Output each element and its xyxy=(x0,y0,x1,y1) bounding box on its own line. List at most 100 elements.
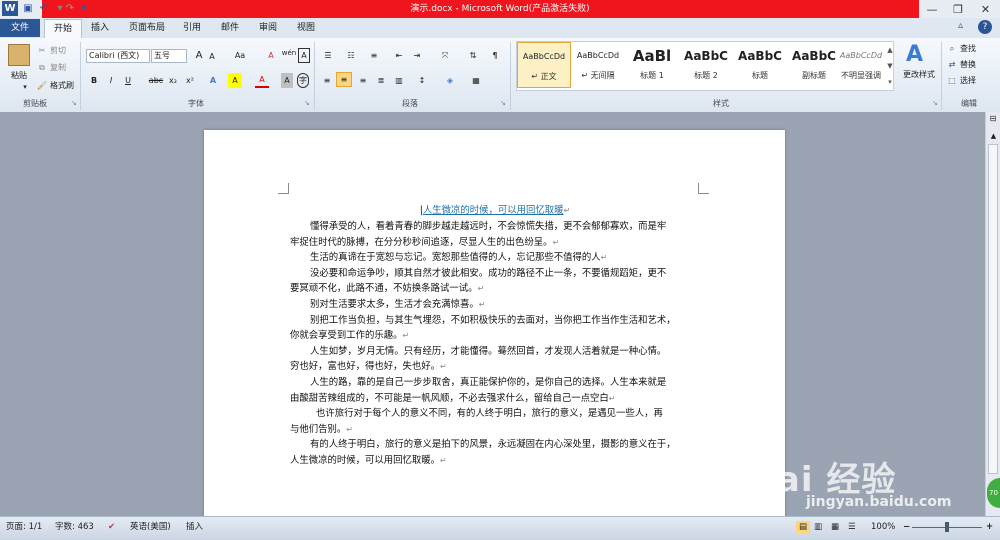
zoom-out-button[interactable]: − xyxy=(903,521,910,533)
character-shading-icon[interactable]: A xyxy=(281,73,293,88)
style-subtle-emphasis[interactable]: AaBbCcDd 不明显强调 xyxy=(836,42,886,88)
paste-button[interactable]: 粘贴 xyxy=(2,68,36,83)
page-count[interactable]: 页面: 1/1 xyxy=(6,521,42,533)
find-icon[interactable]: ⌕ xyxy=(946,41,958,56)
body-paragraph[interactable]: 人生的路，靠的是自己一步步取舍，真正能保护你的，是你自己的选择。人生本来就是 由酸… xyxy=(290,375,700,406)
align-right-icon[interactable]: ≡ xyxy=(356,73,370,88)
style-title[interactable]: AaBbC 标题 xyxy=(733,42,787,88)
zoom-in-button[interactable]: + xyxy=(986,521,993,533)
font-size-combo[interactable]: 五号 xyxy=(151,49,187,63)
change-styles-button[interactable]: 更改样式 xyxy=(898,67,940,82)
justify-icon[interactable]: ≣ xyxy=(374,73,388,88)
select-button[interactable]: 选择 xyxy=(960,73,984,88)
font-color-icon[interactable]: A xyxy=(255,73,269,88)
style-no-spacing[interactable]: AaBbCcDd ↵ 无间隔 xyxy=(571,42,625,88)
body-paragraph[interactable]: 生活的真谛在于宽恕与忘记。宽恕那些值得的人，忘记那些不值得的人↵ xyxy=(290,250,700,266)
shading-icon[interactable]: ◈ xyxy=(442,73,458,88)
tab-mailings[interactable]: 邮件 xyxy=(216,19,244,37)
increase-indent-icon[interactable]: ⇥ xyxy=(410,48,424,63)
body-paragraph[interactable]: 没必要和命运争吵，顺其自然才彼此相安。成功的路径不止一条，不要循规蹈矩，更不 要冥… xyxy=(290,266,700,297)
tab-references[interactable]: 引用 xyxy=(178,19,206,37)
tab-page-layout[interactable]: 页面布局 xyxy=(124,19,170,37)
word-count[interactable]: 字数: 463 xyxy=(55,521,94,533)
bold-button[interactable]: B xyxy=(88,73,100,88)
numbering-icon[interactable]: ☷ xyxy=(343,48,359,63)
proofing-icon[interactable]: ✔ xyxy=(108,521,115,533)
tab-insert[interactable]: 插入 xyxy=(86,19,114,37)
tab-view[interactable]: 视图 xyxy=(292,19,320,37)
body-paragraph[interactable]: 有的人终于明白，旅行的意义是拍下的风景，永远凝固在内心深处里，摄影的意义在于， 人… xyxy=(290,437,700,468)
multilevel-list-icon[interactable]: ≡ xyxy=(366,48,382,63)
zoom-level[interactable]: 100% xyxy=(871,521,895,533)
paste-icon[interactable] xyxy=(8,44,30,66)
clipboard-launcher-icon[interactable]: ↘ xyxy=(71,99,77,107)
styles-launcher-icon[interactable]: ↘ xyxy=(932,99,938,107)
find-button[interactable]: 查找 xyxy=(960,41,984,56)
document-page[interactable]: |人生微凉的时候，可以用回忆取暖↵ 懂得承受的人，看着青春的脚步越走越远时，不会… xyxy=(204,130,785,520)
font-name-combo[interactable]: Calibri (西文) xyxy=(86,49,150,63)
borders-icon[interactable]: ▦ xyxy=(468,73,484,88)
zoom-slider-handle[interactable] xyxy=(945,522,949,532)
font-launcher-icon[interactable]: ↘ xyxy=(304,99,310,107)
cut-icon[interactable]: ✂ xyxy=(36,43,48,58)
gallery-scroll-icon[interactable]: ▲ ▼ ▾ xyxy=(886,42,894,90)
undo-icon[interactable]: ↶ xyxy=(36,1,52,16)
italic-button[interactable]: I xyxy=(105,73,117,88)
change-styles-icon[interactable]: A xyxy=(906,42,923,67)
decrease-indent-icon[interactable]: ⇤ xyxy=(392,48,406,63)
restore-button[interactable]: ❐ xyxy=(945,0,971,18)
select-icon[interactable]: ⬚ xyxy=(946,73,958,88)
replace-button[interactable]: 替换 xyxy=(960,57,984,72)
language[interactable]: 英语(美国) xyxy=(130,521,171,533)
minimize-ribbon-icon[interactable]: ▵ xyxy=(958,20,963,31)
format-painter-icon[interactable]: 🖌 xyxy=(36,78,48,93)
align-left-icon[interactable]: ≡ xyxy=(320,73,334,88)
paragraph-launcher-icon[interactable]: ↘ xyxy=(500,99,506,107)
bullets-icon[interactable]: ☰ xyxy=(320,48,336,63)
cut-button[interactable]: 剪切 xyxy=(50,43,74,58)
ruler-toggle-icon[interactable]: ⊟ xyxy=(988,114,998,123)
underline-button[interactable]: U xyxy=(122,73,134,88)
align-center-icon[interactable]: ≡ xyxy=(336,72,352,87)
body-paragraph[interactable]: 也许旅行对于每个人的意义不同，有的人终于明白，旅行的意义，是遇见一些人，再 与他们… xyxy=(290,406,700,437)
style-subtitle[interactable]: AaBbC 副标题 xyxy=(787,42,841,88)
style-heading-1[interactable]: AaBl 标题 1 xyxy=(625,42,679,88)
body-paragraph[interactable]: 人生如梦，岁月无情。只有经历，才能懂得。蓦然回首，才发现人活着就是一种心情。 穷也… xyxy=(290,344,700,375)
vertical-scrollbar[interactable]: ⊟ ▲ xyxy=(985,112,1000,516)
word-app-icon[interactable]: W xyxy=(2,1,18,16)
save-icon[interactable]: ▣ xyxy=(20,1,36,16)
tab-home[interactable]: 开始 xyxy=(44,19,82,38)
superscript-button[interactable]: x² xyxy=(183,73,197,88)
grow-font-icon[interactable]: A xyxy=(193,48,205,63)
character-border-icon[interactable]: A xyxy=(298,48,310,63)
body-paragraph[interactable]: 别对生活要求太多，生活才会充满惊喜。↵ xyxy=(290,297,700,313)
outline-icon[interactable]: ☰ xyxy=(848,521,856,533)
style-heading-2[interactable]: AaBbC 标题 2 xyxy=(679,42,733,88)
clear-formatting-icon[interactable]: A xyxy=(265,48,277,63)
style-normal[interactable]: AaBbCcDd ↵ 正文 xyxy=(517,42,571,88)
strikethrough-button[interactable]: abc xyxy=(148,73,164,88)
tab-file[interactable]: 文件 xyxy=(0,19,40,37)
scroll-up-icon[interactable]: ▲ xyxy=(989,132,998,140)
body-paragraph[interactable]: 懂得承受的人，看着青春的脚步越走越远时，不会惊慌失措，更不会郁郁寡欢，而是牢 牢捉… xyxy=(290,219,700,250)
copy-button[interactable]: 复制 xyxy=(50,60,74,75)
paste-dropdown-icon[interactable]: ▾ xyxy=(20,80,30,95)
highlight-color-icon[interactable]: A xyxy=(228,73,242,88)
document-title[interactable]: |人生微凉的时候，可以用回忆取暖↵ xyxy=(290,203,700,219)
minimize-button[interactable]: — xyxy=(919,0,945,18)
shrink-font-icon[interactable]: A xyxy=(206,49,218,64)
insert-mode[interactable]: 插入 xyxy=(186,521,203,533)
document-body[interactable]: 懂得承受的人，看着青春的脚步越走越远时，不会惊慌失措，更不会郁郁寡欢，而是牢 牢捉… xyxy=(290,219,700,469)
show-marks-icon[interactable]: ¶ xyxy=(488,48,502,63)
line-spacing-icon[interactable]: ↕ xyxy=(414,73,430,88)
print-layout-icon[interactable]: ▤ xyxy=(796,521,810,533)
help-icon[interactable]: ? xyxy=(978,20,992,34)
scroll-thumb[interactable] xyxy=(988,144,998,474)
chinese-layout-icon[interactable]: ⤧ xyxy=(437,48,453,63)
customize-qat-icon[interactable]: ▾ xyxy=(76,1,92,16)
distributed-icon[interactable]: ▥ xyxy=(392,73,406,88)
close-button[interactable]: ✕ xyxy=(971,0,1000,18)
reading-layout-icon[interactable]: ▥ xyxy=(814,521,822,533)
body-paragraph[interactable]: 别把工作当负担，与其生气埋怨，不如积极快乐的去面对，当你把工作当作生活和艺术， 你… xyxy=(290,313,700,344)
enclose-characters-icon[interactable]: 字 xyxy=(297,73,309,88)
